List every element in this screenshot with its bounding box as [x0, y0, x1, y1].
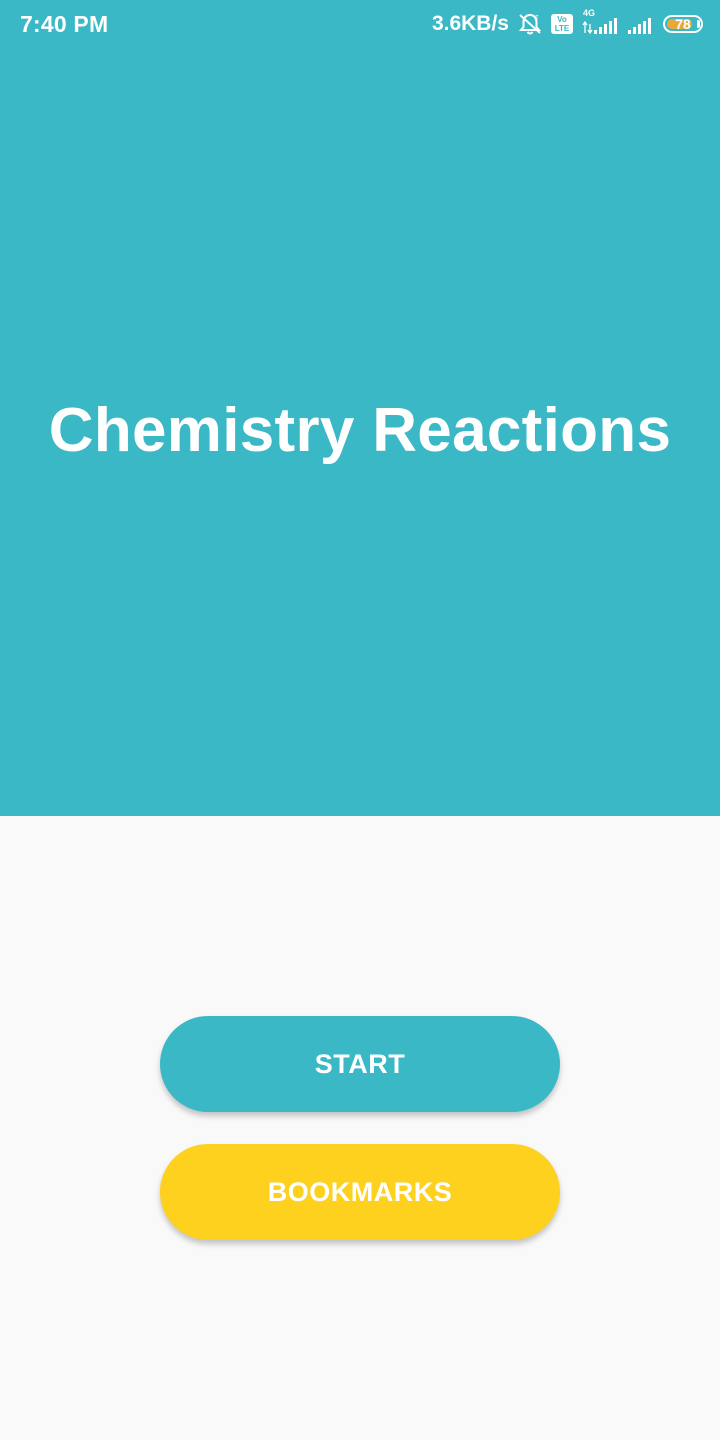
status-bar: 7:40 PM 3.6KB/s z Vo LTE 4G 78	[0, 0, 720, 50]
volte-top-text: Vo	[557, 15, 567, 24]
svg-text:z: z	[535, 14, 539, 21]
status-time: 7:40 PM	[20, 11, 109, 37]
notifications-off-icon: z	[517, 12, 543, 36]
volte-icon: Vo LTE	[551, 14, 573, 34]
volte-bottom-text: LTE	[554, 24, 570, 33]
app-screen: 7:40 PM 3.6KB/s z Vo LTE 4G 78 Chemistry…	[0, 0, 720, 1440]
start-button[interactable]: START	[160, 1016, 560, 1112]
hero-banner: 7:40 PM 3.6KB/s z Vo LTE 4G 78 Chemistry…	[0, 0, 720, 816]
network-speed: 3.6KB/s	[431, 12, 509, 35]
bookmarks-button[interactable]: BOOKMARKS	[160, 1144, 560, 1240]
battery-icon: 78	[663, 15, 703, 33]
status-icons: 3.6KB/s z Vo LTE 4G 78	[431, 8, 703, 39]
app-title: Chemistry Reactions	[48, 396, 672, 465]
battery-level: 78	[675, 16, 691, 32]
signal-icon	[627, 12, 655, 36]
signal-4g-icon: 4G	[581, 8, 619, 37]
battery-body: 78	[663, 15, 703, 33]
